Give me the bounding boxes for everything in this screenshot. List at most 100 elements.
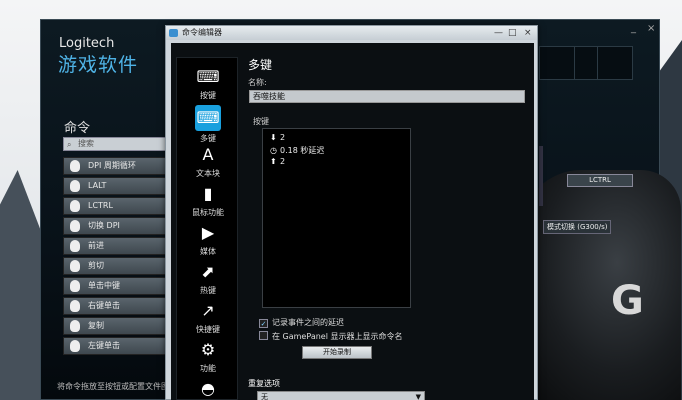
command-label: LCTRL [88,201,113,210]
nav-label: 功能 [200,364,216,373]
close-button[interactable]: × [524,27,532,39]
mouse-icon [70,160,80,172]
text-block-icon: A [202,145,214,164]
commands-title: 命令 [64,121,91,136]
keystroke-text: 2 [280,157,286,166]
command-item[interactable]: 复制 [63,317,167,335]
section-title: 多键 [248,58,273,72]
nav-item[interactable]: ◓ [177,378,239,400]
close-button[interactable]: × [647,23,655,34]
dialog-title-bar: 命令编辑器 — □ × [166,26,537,40]
scrollbar[interactable] [539,146,543,206]
nav-label: 按键 [200,91,216,100]
minimize-button[interactable]: — [494,27,503,39]
nav-item[interactable]: ▶ 媒体 [177,222,239,257]
brand-subtitle: 游戏软件 [58,54,139,76]
mouse-icon [70,340,80,352]
nav-item[interactable]: A 文本块 [177,144,239,179]
command-item[interactable]: 左键单击 [63,337,167,355]
record-delays-checkbox[interactable]: ✓ 记录事件之间的延迟 [259,317,344,328]
command-label: 复制 [88,321,104,330]
command-label: 左键单击 [88,341,120,350]
start-recording-button[interactable]: 开始录制 [302,346,372,359]
nav-item[interactable]: ⚙ 功能 [177,339,239,374]
logitech-g-logo: G [611,278,644,324]
mouse-icon: ▮ [203,184,213,203]
nav-item[interactable]: ⌨ 按键 [177,66,239,101]
command-label: 单击中键 [88,281,120,290]
command-item[interactable]: 右键单击 [63,297,167,315]
dialog-title: 命令编辑器 [182,28,222,37]
nav-label: 文本块 [196,169,220,178]
name-label: 名称: [248,78,267,87]
keystroke-row[interactable]: ⬇ 2 [270,133,285,142]
command-item[interactable]: 单击中键 [63,277,167,295]
name-input[interactable]: 吞噬技能 [249,90,525,103]
play-icon: ▶ [201,223,215,242]
keys-label: 按键 [253,117,269,126]
command-item[interactable]: 前进 [63,237,167,255]
keystroke-text: 0.18 秒延迟 [280,146,325,155]
headset-icon: ◓ [201,379,215,398]
checkbox-label: 记录事件之间的延迟 [272,318,344,327]
brand-logo: Logitech [59,36,115,51]
checkbox-box[interactable] [259,331,268,340]
drag-hint: 将命令拖放至按钮或配置文件图标 [57,382,177,391]
show-on-gamepanel-checkbox[interactable]: 在 GamePanel 显示器上显示命令名 [259,331,402,342]
search-icon: ⌕ [67,140,72,149]
chevron-down-icon: ▼ [415,393,421,400]
search-input[interactable]: ⌕ 搜索 [63,137,167,151]
mouse-icon [70,260,80,272]
search-placeholder: 搜索 [78,139,94,148]
keystroke-list[interactable]: ⬇ 2 ◷ 0.18 秒延迟 ⬆ 2 [262,128,411,308]
nav-item[interactable]: ⬈ 热键 [177,261,239,296]
command-type-nav: ⌨ 按键 ⌨ 多键 A 文本块 ▮ 鼠标功能 ▶ 媒体 ⬈ 热键 ↗ 快捷键 ⚙ 功能 ◓ [176,57,238,400]
command-label: DPI 周期循环 [88,161,136,170]
command-label: LALT [88,181,107,190]
checkbox-box[interactable]: ✓ [259,319,268,328]
nav-label: 热键 [200,286,216,295]
minimize-button[interactable]: _ [631,23,636,34]
nav-label: 多键 [200,134,216,143]
mouse-image [521,170,681,400]
nav-label: 鼠标功能 [192,208,224,217]
command-item[interactable]: DPI 周期循环 [63,157,167,175]
keystroke-icon: ⬇ [270,133,277,142]
command-item[interactable]: 剪切 [63,257,167,275]
mouse-icon [70,200,80,212]
checkbox-label: 在 GamePanel 显示器上显示命令名 [272,332,403,341]
maximize-button[interactable]: □ [508,27,517,39]
nav-label: 媒体 [200,247,216,256]
command-label: 剪切 [88,261,104,270]
command-label: 切换 DPI [88,221,120,230]
mouse-icon [70,240,80,252]
mouse-icon [70,280,80,292]
keystroke-row[interactable]: ◷ 0.18 秒延迟 [270,145,324,156]
command-item[interactable]: LCTRL [63,197,167,215]
keystroke-row[interactable]: ⬆ 2 [270,157,285,166]
command-item[interactable]: LALT [63,177,167,195]
hotkey-icon: ⬈ [201,262,215,281]
keyboard-icon: ⌨ [196,67,220,86]
command-item[interactable]: 切换 DPI [63,217,167,235]
mouse-icon [70,220,80,232]
shortcut-icon: ↗ [201,301,215,320]
repeat-select[interactable]: 无 ▼ [257,391,425,400]
button-assignment-mode-switch[interactable]: 模式切换 (G300/s) [543,220,612,234]
app-icon [169,29,178,37]
button-assignment-lctrl[interactable]: LCTRL [567,174,633,187]
keystroke-icon: ⬆ [270,157,277,166]
profile-slot[interactable] [539,46,575,80]
repeat-select-value: 无 [261,393,268,400]
repeat-options-title: 重复选项 [248,379,280,388]
nav-label: 快捷键 [196,325,220,334]
gear-icon: ⚙ [200,340,216,359]
command-label: 前进 [88,241,104,250]
nav-item[interactable]: ⌨ 多键 [177,105,239,144]
mouse-icon [70,180,80,192]
mouse-icon [70,320,80,332]
nav-item[interactable]: ▮ 鼠标功能 [177,183,239,218]
nav-item[interactable]: ↗ 快捷键 [177,300,239,335]
mouse-icon [70,300,80,312]
profile-slot[interactable] [597,46,633,80]
